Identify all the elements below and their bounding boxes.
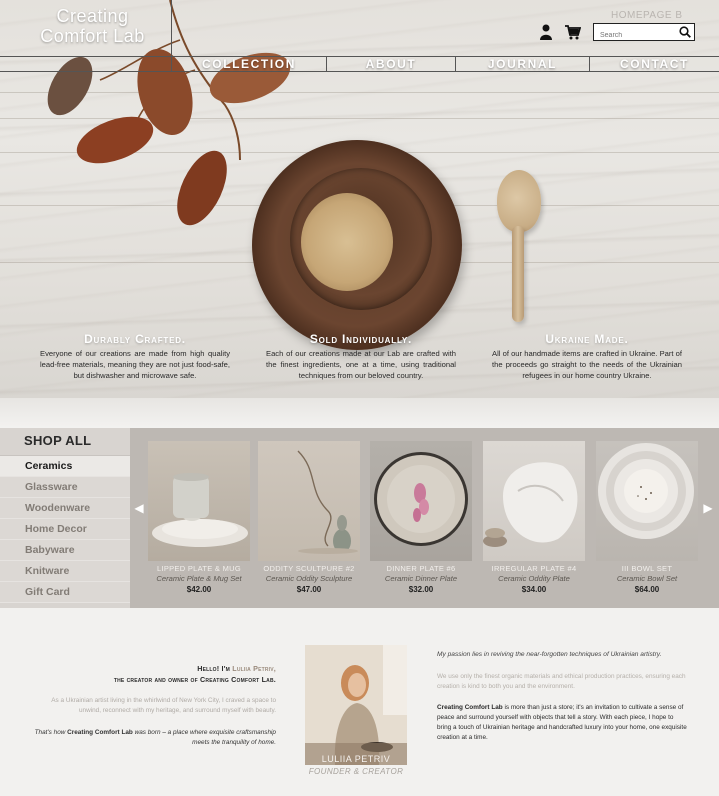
plate-mug-illustration [152,473,248,547]
frame-line [0,0,12,72]
wooden-bowl-center [301,193,393,291]
product-price: $64.00 [634,585,660,594]
materials-statement: We use only the finest organic materials… [437,673,686,690]
search-icon[interactable] [679,26,691,38]
bowl-set-illustration [598,443,694,539]
product-price: $47.00 [296,585,322,594]
feature-body: Everyone of our creations are made from … [40,349,230,380]
product-card[interactable]: LIPPED PLATE & MUG Ceramic Plate & Mug S… [148,441,250,594]
category-knitware[interactable]: Knitware [0,561,130,582]
category-gift-card[interactable]: Gift Card [0,582,130,603]
category-home-decor[interactable]: Home Decor [0,519,130,540]
sculpture-illustration [297,450,358,554]
product-subtitle: Ceramic Oddity Plate [498,574,570,583]
origin-prefix: That's how [34,729,66,736]
carousel-prev-arrow-icon[interactable]: ◀ [134,500,144,516]
owner-title: the creator and owner of Creating Comfor… [113,675,276,684]
wooden-spoon-handle [512,226,524,322]
hello-text: Hello! I'm [197,664,231,673]
product-card[interactable]: IRREGULAR PLATE #4 Ceramic Oddity Plate … [483,441,585,594]
irregular-plate-illustration [483,462,578,547]
feature-durably-crafted: Durably Crafted. Everyone of our creatio… [40,332,230,381]
category-glassware[interactable]: Glassware [0,477,130,498]
origin-brand: Creating Comfort Lab [67,729,133,736]
feature-body: All of our handmade items are crafted in… [492,349,682,380]
product-name: III BOWL SET [621,564,673,573]
user-icon[interactable] [540,24,552,40]
story-brand: Creating Comfort Lab [437,704,503,711]
product-subtitle: Ceramic Oddity Sculpture [265,574,353,583]
product-name: IRREGULAR PLATE #4 [491,564,577,573]
product-price: $42.00 [186,585,212,594]
page-variant-label: HOMEPAGE B [611,10,683,21]
passion-statement: My passion lies in reviving the near-for… [437,651,662,658]
origin-suffix: was born – a place where exquisite craft… [134,729,276,746]
product-image[interactable] [370,441,472,561]
hero-banner: Creating Comfort Lab HOMEPAGE B COLLECTI… [0,0,719,398]
founder-name: LULIIA PETRIV [321,754,391,764]
product-card[interactable]: ODDITY SCULTPURE #2 Ceramic Oddity Sculp… [258,441,360,594]
product-card[interactable]: DINNER PLATE #6 Ceramic Dinner Plate $32… [370,441,472,594]
category-sidebar: SHOP ALL Ceramics Glassware Woodenware H… [0,428,130,608]
wooden-spoon-head [497,170,541,232]
feature-title: Sold Individually. [309,332,413,346]
founder-portrait [305,645,407,765]
founder-role: FOUNDER & CREATOR [308,767,404,776]
search-bar[interactable] [593,23,695,44]
about-section: Hello! I'm Luliia Petriv, the creator an… [0,608,719,796]
product-image[interactable] [148,441,250,561]
product-image[interactable] [483,441,585,561]
search-input[interactable] [594,27,674,44]
carousel-next-arrow-icon[interactable]: ▶ [703,500,713,516]
main-nav: COLLECTION ABOUT JOURNAL CONTACT [172,56,719,72]
product-price: $32.00 [408,585,434,594]
owner-name: Luliia Petriv, [232,664,276,673]
product-name: ODDITY SCULTPURE #2 [263,564,355,573]
product-subtitle: Ceramic Dinner Plate [384,574,458,583]
section-divider [0,398,719,428]
feature-title: Durably Crafted. [84,332,186,346]
dinner-plate-illustration [374,452,468,546]
feature-title: Ukraine Made. [545,332,629,346]
product-image[interactable] [596,441,698,561]
bio-text: As a Ukrainian artist living in the whir… [51,697,276,714]
product-subtitle: Ceramic Plate & Mug Set [156,574,242,583]
brand-story: Creating Comfort Lab is more than just a… [437,703,687,743]
brand-logo[interactable]: Creating Comfort Lab [40,6,145,46]
category-babyware[interactable]: Babyware [0,540,130,561]
category-woodenware[interactable]: Woodenware [0,498,130,519]
feature-ukraine-made: Ukraine Made. All of our handmade items … [492,332,682,381]
product-name: LIPPED PLATE & MUG [156,564,242,573]
nav-contact[interactable]: CONTACT [590,56,719,71]
product-price: $34.00 [521,585,547,594]
product-name: DINNER PLATE #6 [386,564,456,573]
nav-journal[interactable]: JOURNAL [456,56,590,71]
feature-body: Each of our creations made at our Lab ar… [266,349,456,380]
founder-photo-illustration [305,645,407,765]
product-subtitle: Ceramic Bowl Set [616,574,678,583]
shop-section: SHOP ALL Ceramics Glassware Woodenware H… [0,428,719,608]
nav-about[interactable]: ABOUT [327,56,456,71]
product-card[interactable]: III BOWL SET Ceramic Bowl Set $64.00 [596,441,698,594]
owner-intro: Hello! I'm Luliia Petriv, the creator an… [40,663,276,685]
product-image[interactable] [258,441,360,561]
origin-statement: That's how Creating Comfort Lab was born… [32,728,276,747]
category-ceramics[interactable]: Ceramics [0,456,130,477]
feature-highlights: Durably Crafted. Everyone of our creatio… [0,332,719,398]
shop-all-heading[interactable]: SHOP ALL [0,428,130,456]
feature-sold-individually: Sold Individually. Each of our creations… [266,332,456,381]
nav-collection[interactable]: COLLECTION [172,56,327,71]
cart-icon[interactable] [565,24,581,40]
